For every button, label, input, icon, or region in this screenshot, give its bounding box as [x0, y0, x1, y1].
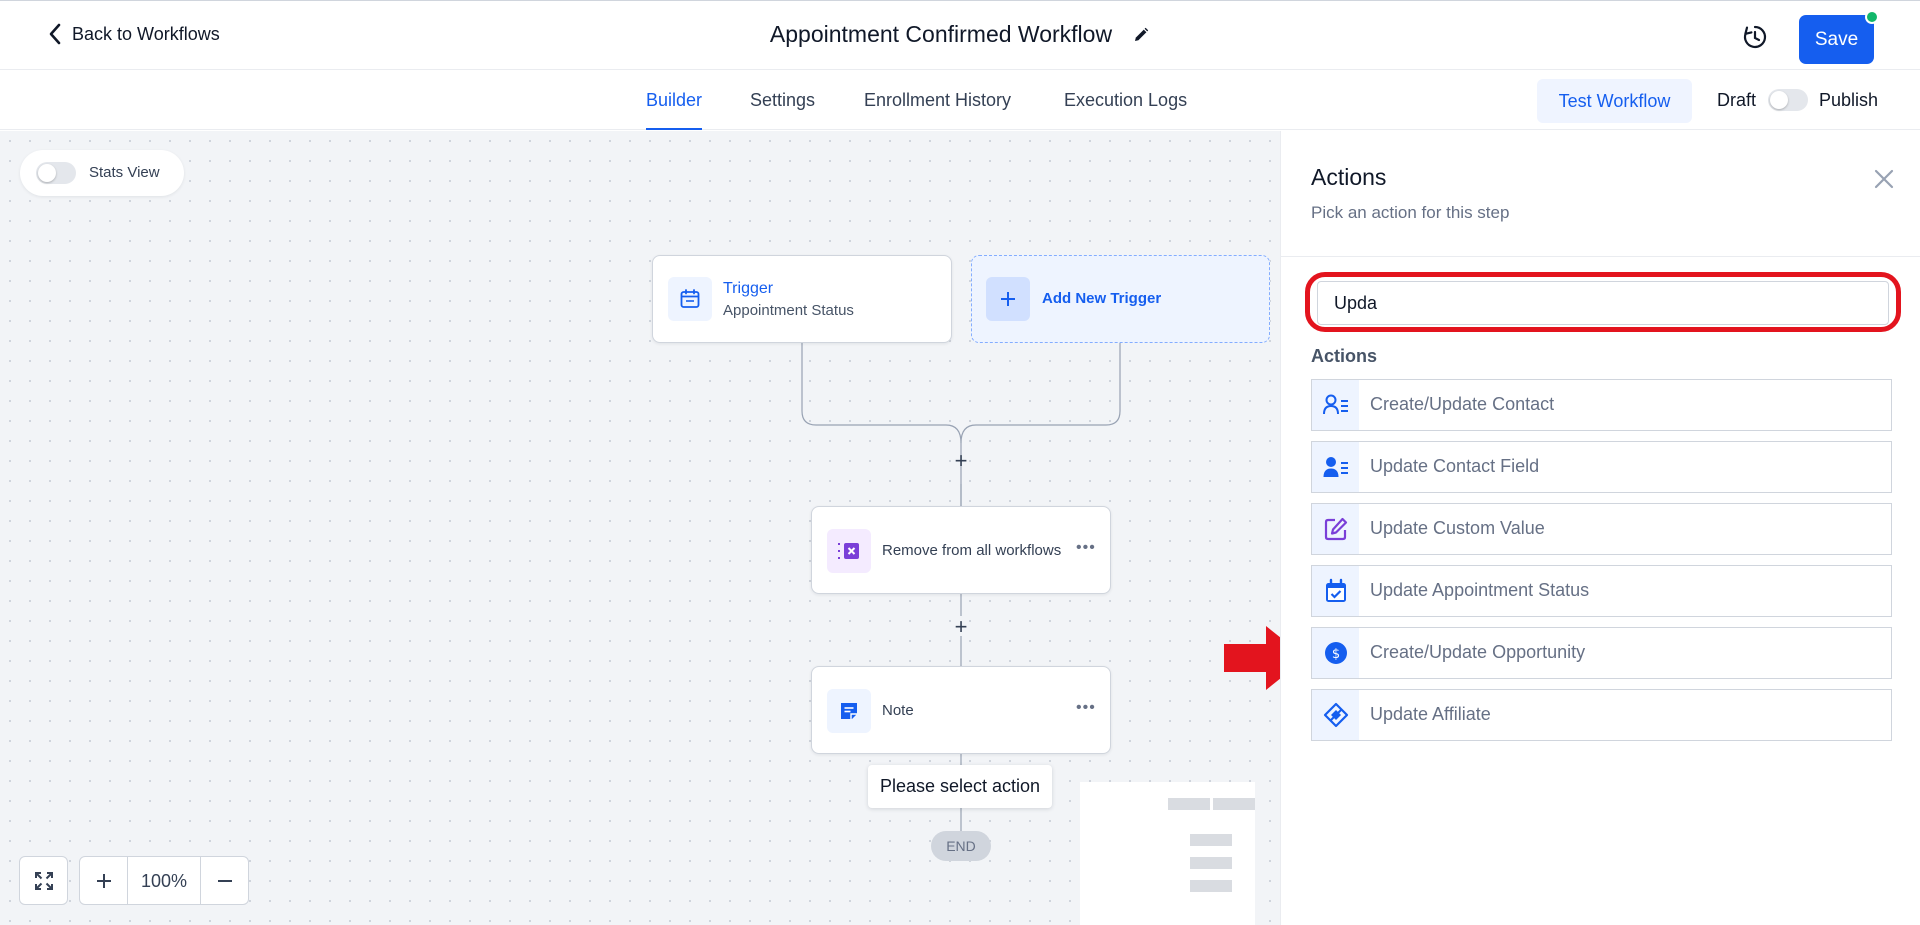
minimap-block — [1190, 834, 1232, 846]
minimap-block — [1190, 880, 1232, 892]
calendar-icon — [668, 277, 712, 321]
select-action-tooltip: Please select action — [868, 765, 1052, 808]
workflow-canvas[interactable]: Stats View Trigger Appointment Status Ad… — [0, 131, 1280, 925]
tab-settings[interactable]: Settings — [750, 70, 815, 130]
action-item-create-update-opportunity[interactable]: $ Create/Update Opportunity — [1311, 627, 1892, 679]
highlight-annotation — [1305, 272, 1901, 332]
more-options-icon[interactable]: ••• — [1076, 699, 1096, 717]
workflow-title-bar: Appointment Confirmed Workflow — [0, 21, 1920, 48]
actions-panel: Actions Pick an action for this step Act… — [1280, 131, 1920, 925]
zoom-controls: 100% — [79, 856, 249, 905]
minimap[interactable] — [1080, 782, 1255, 925]
back-to-workflows-link[interactable]: Back to Workflows — [48, 23, 220, 45]
top-bar: Back to Workflows Appointment Confirmed … — [0, 0, 1920, 70]
zoom-in-button[interactable] — [80, 857, 128, 904]
remove-node-label: Remove from all workflows — [882, 542, 1062, 559]
trigger-title: Trigger — [723, 280, 774, 297]
actions-section-label: Actions — [1311, 346, 1378, 366]
workflow-builder: Back to Workflows Appointment Confirmed … — [0, 0, 1920, 925]
affiliate-tag-icon — [1312, 690, 1359, 740]
action-item-update-custom-value[interactable]: Update Custom Value — [1311, 503, 1892, 555]
test-workflow-button[interactable]: Test Workflow — [1537, 79, 1692, 123]
add-step-plus-icon[interactable]: + — [951, 450, 971, 472]
tab-execution-logs[interactable]: Execution Logs — [1064, 70, 1187, 130]
tab-bar: Builder Settings Enrollment History Exec… — [0, 70, 1920, 130]
add-new-trigger-button[interactable]: Add New Trigger — [971, 255, 1270, 343]
dollar-circle-icon: $ — [1312, 628, 1359, 678]
note-node[interactable]: Note ••• — [811, 666, 1111, 754]
trigger-subtitle: Appointment Status — [723, 302, 854, 319]
panel-title: Actions — [1311, 164, 1387, 190]
calendar-check-icon — [1312, 566, 1359, 616]
action-item-update-appointment-status[interactable]: Update Appointment Status — [1311, 565, 1892, 617]
close-icon[interactable] — [1872, 167, 1896, 191]
expand-icon — [34, 871, 53, 890]
note-node-label: Note — [882, 702, 914, 719]
contact-card-icon — [1312, 442, 1359, 492]
edit-square-icon — [1312, 504, 1359, 554]
save-button[interactable]: Save — [1799, 10, 1879, 64]
chevron-left-icon — [49, 23, 61, 45]
pencil-icon[interactable] — [1132, 26, 1150, 44]
workflow-title: Appointment Confirmed Workflow — [769, 21, 1113, 47]
contact-list-icon — [1312, 380, 1359, 430]
trigger-node[interactable]: Trigger Appointment Status — [652, 255, 952, 343]
fit-view-button[interactable] — [19, 856, 68, 905]
tab-enrollment-history[interactable]: Enrollment History — [864, 70, 1011, 130]
minus-icon — [217, 879, 232, 882]
note-icon — [827, 689, 871, 733]
minimap-block — [1168, 798, 1210, 810]
add-trigger-label: Add New Trigger — [1042, 290, 1162, 307]
minimap-block — [1190, 857, 1232, 869]
action-item-label: Create/Update Opportunity — [1370, 642, 1586, 662]
action-item-update-affiliate[interactable]: Update Affiliate — [1311, 689, 1892, 741]
action-item-label: Update Affiliate — [1370, 704, 1491, 724]
remove-from-workflows-node[interactable]: Remove from all workflows ••• — [811, 506, 1111, 594]
action-item-label: Update Custom Value — [1370, 518, 1545, 538]
toggle-knob — [1770, 91, 1788, 109]
zoom-level: 100% — [140, 871, 188, 891]
add-step-plus-icon[interactable]: + — [951, 616, 971, 638]
publish-toggle[interactable] — [1768, 89, 1808, 111]
history-icon[interactable] — [1741, 23, 1769, 51]
remove-list-icon — [827, 529, 871, 573]
end-marker: END — [931, 831, 991, 861]
zoom-out-button[interactable] — [200, 857, 248, 904]
status-dot — [1865, 10, 1879, 24]
publish-label: Publish — [1819, 90, 1879, 110]
draft-label: Draft — [1717, 90, 1757, 110]
action-item-label: Update Contact Field — [1370, 456, 1540, 476]
action-item-label: Update Appointment Status — [1370, 580, 1590, 600]
action-item-create-update-contact[interactable]: Create/Update Contact — [1311, 379, 1892, 431]
action-item-update-contact-field[interactable]: Update Contact Field — [1311, 441, 1892, 493]
minimap-block — [1213, 798, 1255, 810]
back-label: Back to Workflows — [72, 23, 220, 44]
svg-text:$: $ — [1331, 647, 1339, 662]
action-item-label: Create/Update Contact — [1370, 394, 1555, 414]
save-label: Save — [1814, 28, 1859, 50]
divider — [1281, 256, 1920, 257]
tab-builder[interactable]: Builder — [646, 70, 703, 130]
panel-subtitle: Pick an action for this step — [1311, 203, 1510, 222]
more-options-icon[interactable]: ••• — [1076, 539, 1096, 557]
plus-icon — [96, 873, 111, 888]
plus-icon — [986, 277, 1030, 321]
